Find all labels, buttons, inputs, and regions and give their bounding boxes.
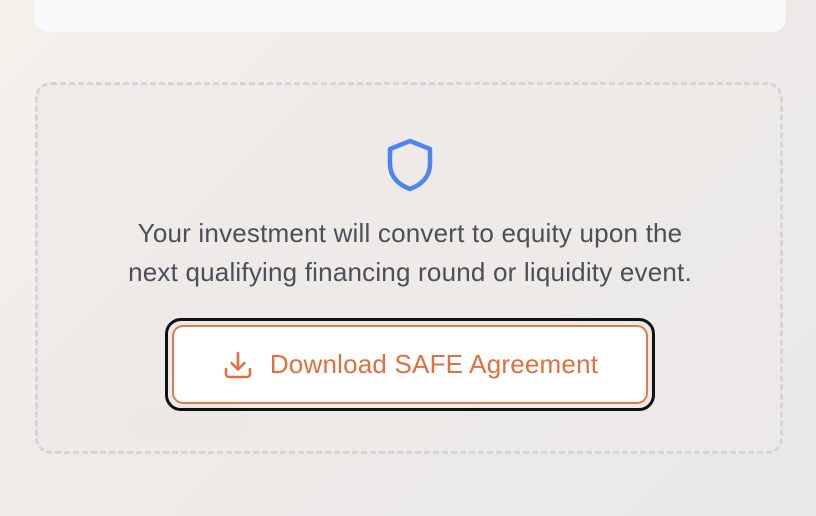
conversion-notice-text: Your investment will convert to equity u… xyxy=(60,214,760,292)
shield-icon xyxy=(387,138,433,192)
download-button-label: Download SAFE Agreement xyxy=(269,349,599,379)
top-card xyxy=(34,0,786,32)
notice-line-1: Your investment will convert to equity u… xyxy=(137,218,683,248)
download-icon xyxy=(224,351,252,378)
notice-line-2: next qualifying financing round or liqui… xyxy=(128,257,692,287)
download-safe-agreement-button[interactable]: Download SAFE Agreement xyxy=(172,325,648,404)
